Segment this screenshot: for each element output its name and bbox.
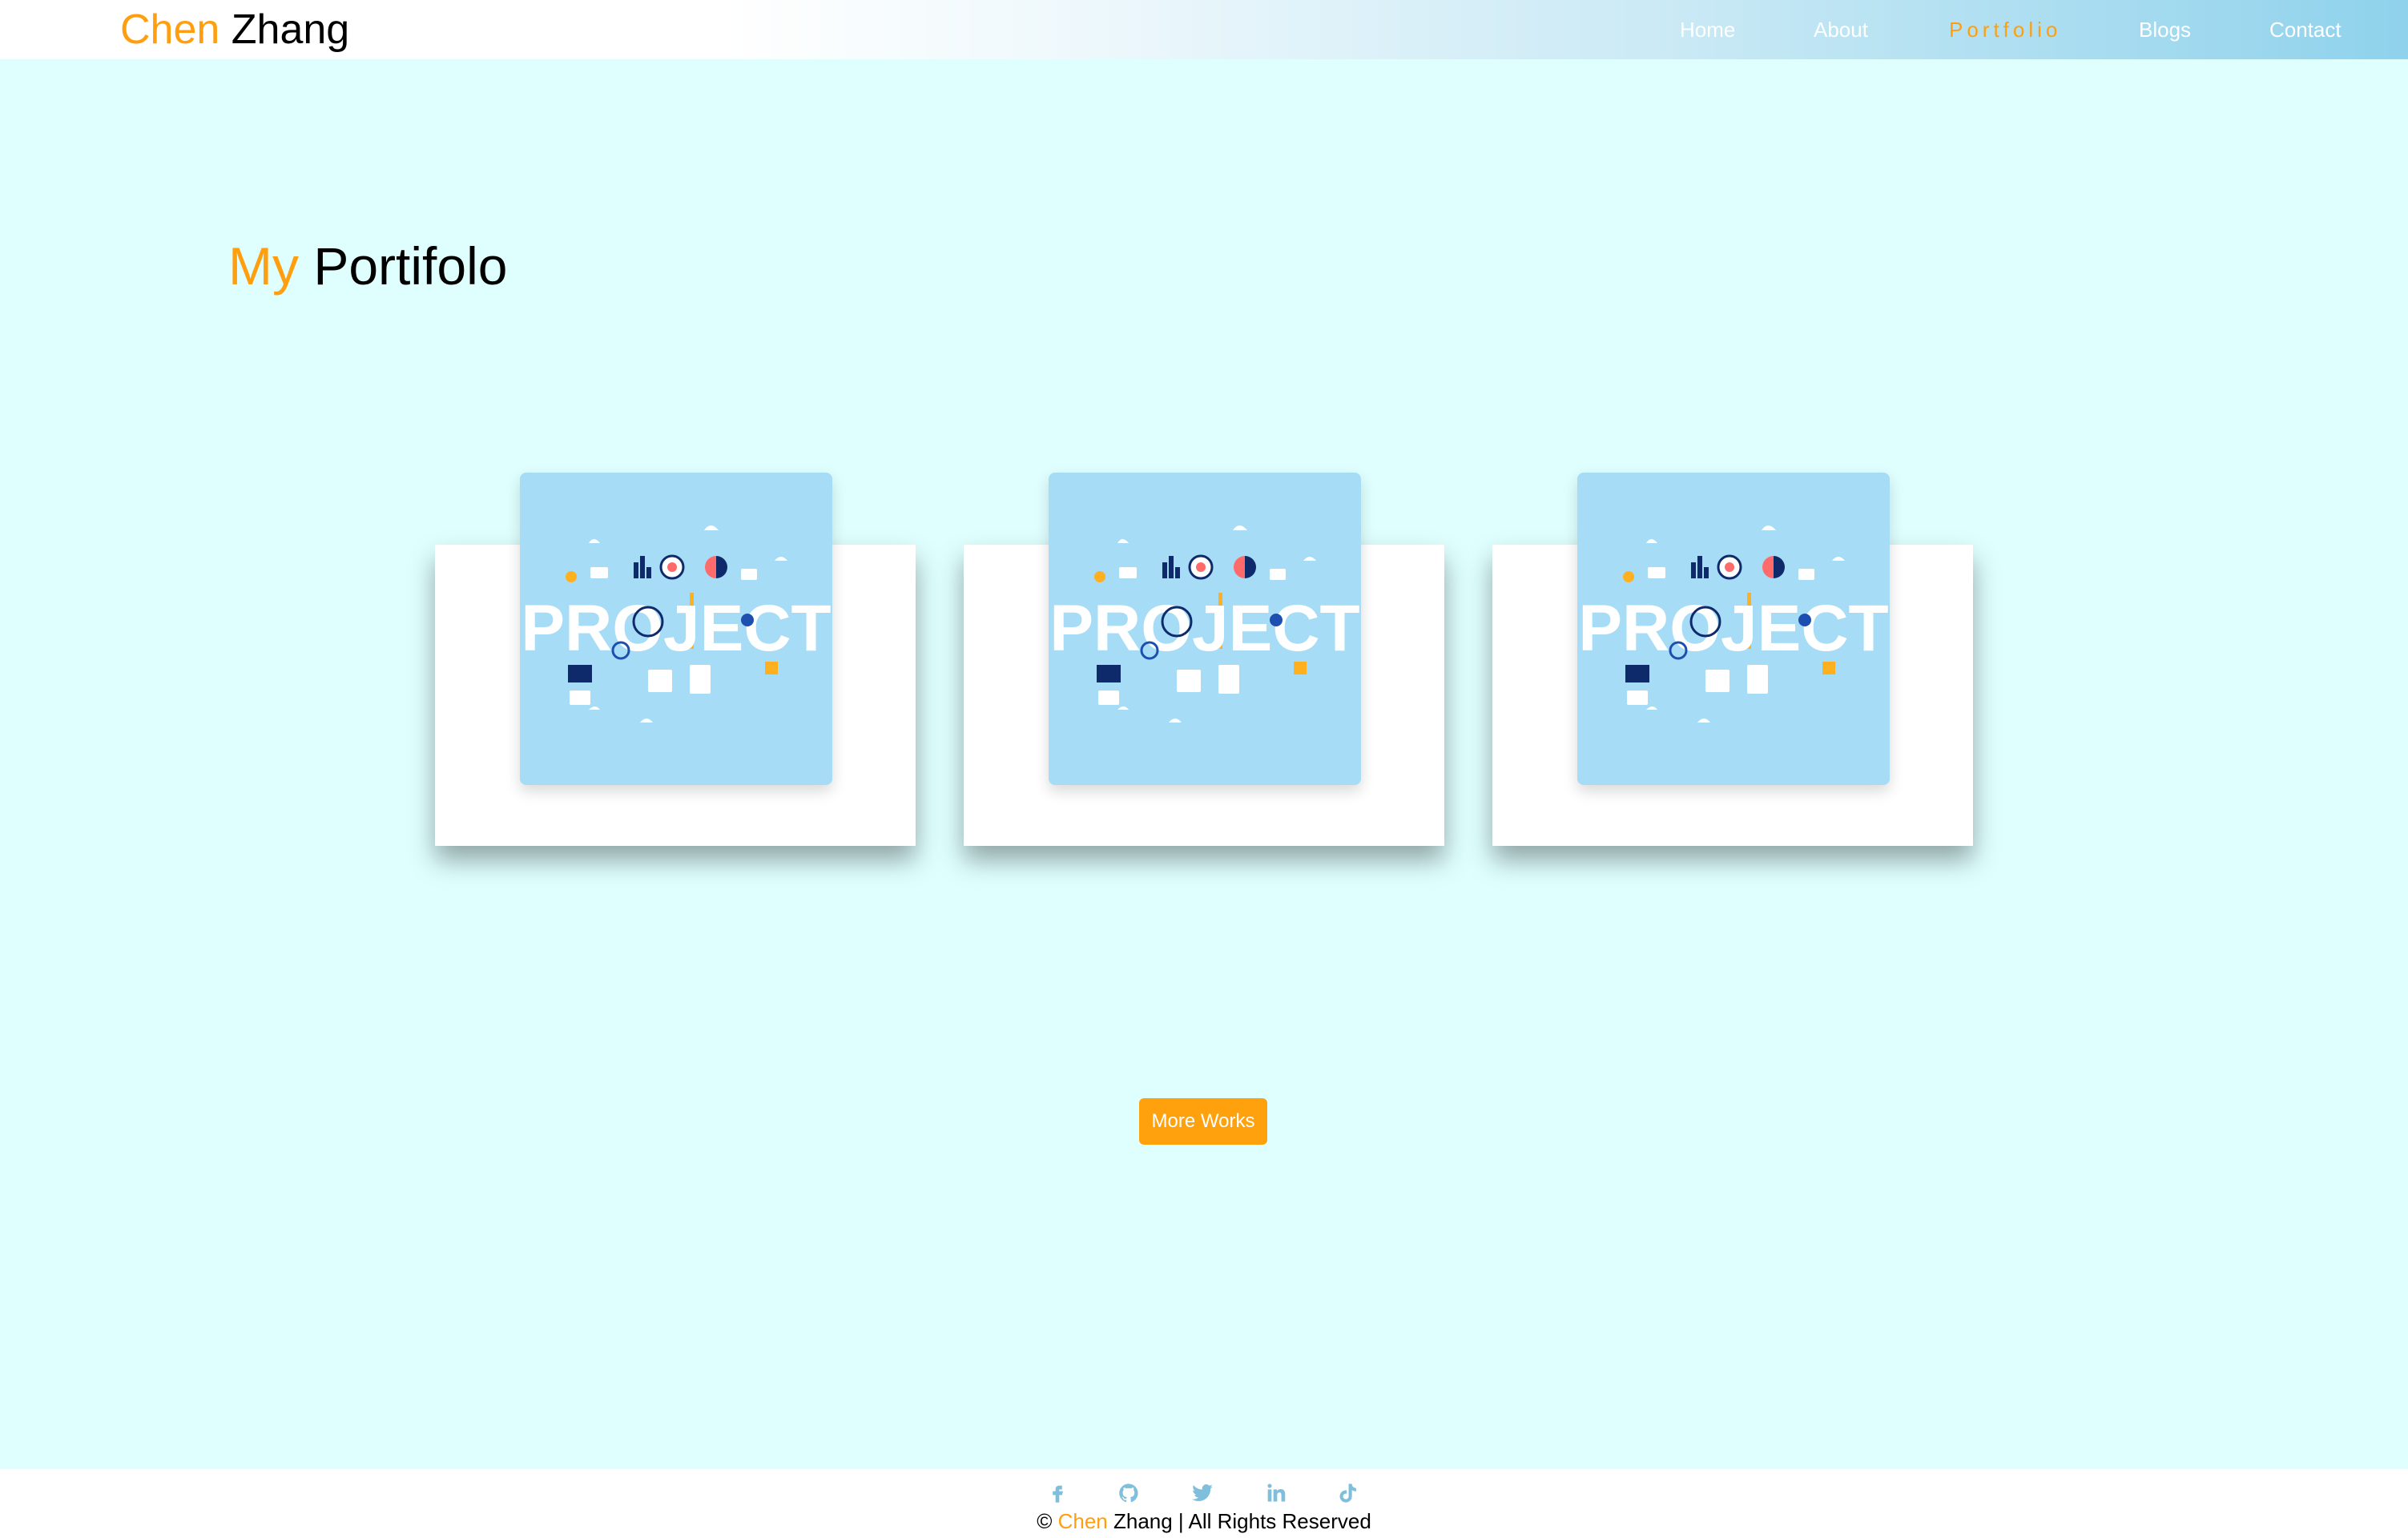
portfolio-card[interactable]: PROJECT	[964, 473, 1444, 846]
nav-about[interactable]: About	[1814, 16, 1868, 43]
project-illustration: PROJECT	[521, 525, 832, 723]
project-illustration: PROJECT	[1049, 525, 1360, 723]
twitter-icon[interactable]	[1190, 1480, 1215, 1506]
nav-portfolio[interactable]: Portfolio	[1949, 16, 2061, 43]
more-works-button[interactable]: More Works	[1139, 1098, 1267, 1145]
project-image-text: PROJECT	[521, 592, 831, 665]
project-image[interactable]: PROJECT	[1577, 473, 1890, 785]
project-image[interactable]: PROJECT	[520, 473, 832, 785]
portfolio-card[interactable]: PROJECT	[1492, 473, 1973, 846]
project-illustration: PROJECT	[1578, 525, 1889, 723]
portfolio-card[interactable]: PROJECT	[435, 473, 916, 846]
project-image-text: PROJECT	[1578, 592, 1888, 665]
copyright-text: © Chen Zhang | All Rights Reserved	[0, 1508, 2408, 1535]
copyright-rest: Zhang | All Rights Reserved	[1113, 1509, 1371, 1533]
linkedin-icon[interactable]	[1262, 1480, 1288, 1506]
nav-home[interactable]: Home	[1680, 16, 1735, 43]
page-title-rest: Portifolo	[313, 236, 508, 296]
project-image[interactable]: PROJECT	[1049, 473, 1361, 785]
site-header: Chen Zhang Home About Portfolio Blogs Co…	[0, 0, 2408, 59]
page-title: My Portifolo	[228, 232, 507, 300]
copyright-symbol: ©	[1037, 1509, 1053, 1533]
logo-first-name: Chen	[120, 6, 220, 53]
tiktok-icon[interactable]	[1335, 1480, 1361, 1506]
page-title-accent: My	[228, 236, 299, 296]
nav-contact[interactable]: Contact	[2269, 16, 2342, 43]
site-footer: © Chen Zhang | All Rights Reserved	[0, 1469, 2408, 1538]
nav-blogs[interactable]: Blogs	[2139, 16, 2191, 43]
site-logo[interactable]: Chen Zhang	[120, 3, 349, 56]
logo-last-name: Zhang	[231, 6, 350, 53]
copyright-first-name: Chen	[1057, 1509, 1108, 1533]
project-image-text: PROJECT	[1049, 592, 1359, 665]
facebook-icon[interactable]	[1045, 1480, 1070, 1506]
github-icon[interactable]	[1116, 1480, 1142, 1506]
social-links	[0, 1480, 2408, 1506]
